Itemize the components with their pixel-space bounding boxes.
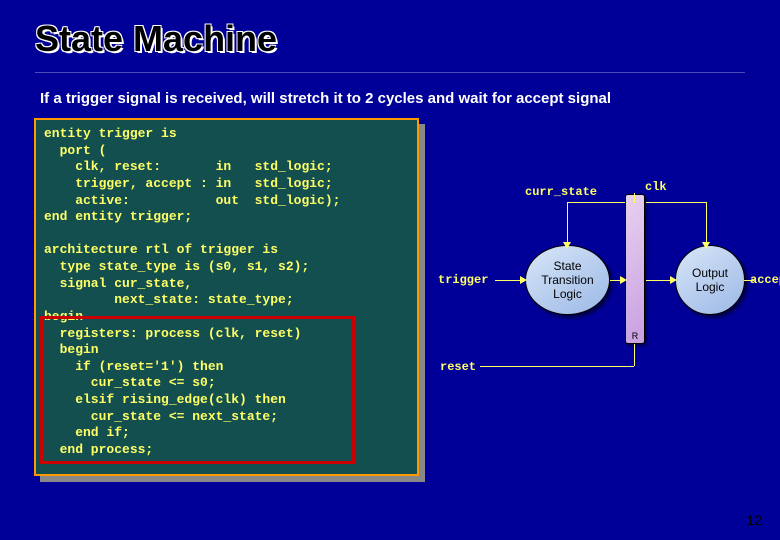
wire — [495, 280, 523, 281]
output-logic: Output Logic — [675, 245, 745, 315]
wire — [567, 202, 568, 246]
arrowhead-icon — [670, 276, 677, 284]
label-accept: accept — [750, 273, 780, 287]
arrowhead-icon — [702, 242, 710, 249]
wire — [744, 280, 754, 281]
label-curr-state: curr_state — [525, 185, 597, 199]
state-transition-logic: State Transition Logic — [525, 245, 610, 315]
wire — [567, 202, 625, 203]
page-number: 12 — [746, 512, 762, 528]
divider — [35, 72, 745, 73]
arrowhead-icon — [620, 276, 627, 284]
state-machine-diagram: curr_state clk trigger reset accept R St… — [420, 150, 770, 430]
wire — [706, 202, 707, 246]
slide-title: State Machine — [35, 18, 277, 60]
wire — [634, 344, 635, 366]
code-box: entity trigger is port ( clk, reset: in … — [34, 118, 419, 476]
output-logic-label: Output Logic — [692, 266, 728, 294]
register-r-label: R — [626, 331, 644, 341]
arrowhead-icon — [520, 276, 527, 284]
label-clk: clk — [645, 180, 667, 194]
register-block: R — [625, 194, 645, 344]
label-trigger: trigger — [438, 273, 488, 287]
wire — [480, 366, 634, 367]
wire — [646, 202, 706, 203]
wire — [634, 193, 635, 203]
arrowhead-icon — [563, 242, 571, 249]
slide-subtitle: If a trigger signal is received, will st… — [40, 90, 611, 107]
stl-label: State Transition Logic — [541, 259, 593, 301]
label-reset: reset — [440, 360, 476, 374]
